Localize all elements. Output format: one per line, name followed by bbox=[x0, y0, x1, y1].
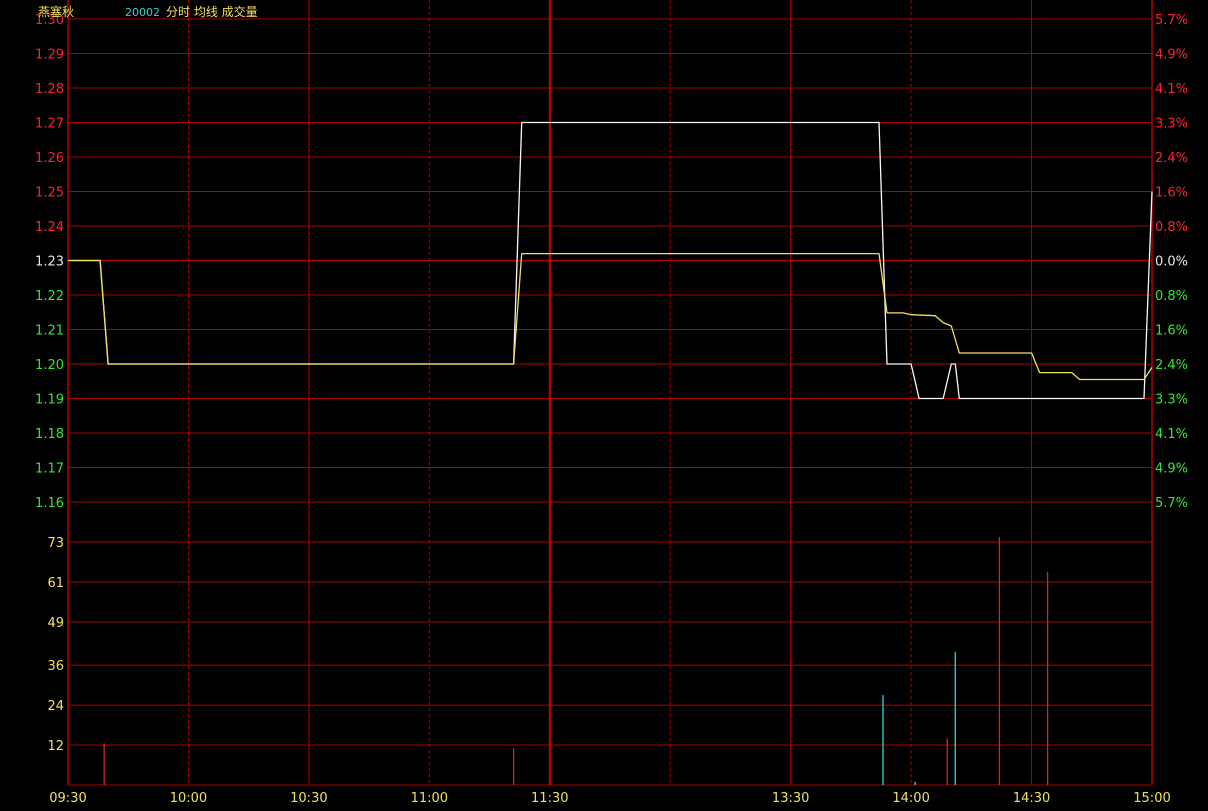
percent-tick-label: 5.7% bbox=[1155, 496, 1188, 511]
volume-tick-label: 73 bbox=[47, 536, 64, 551]
time-tick-label: 11:00 bbox=[411, 791, 448, 806]
percent-tick-label: 3.3% bbox=[1155, 117, 1188, 132]
price-tick-label: 1.25 bbox=[35, 186, 64, 201]
percent-tick-label: 2.4% bbox=[1155, 151, 1188, 166]
price-tick-label: 1.16 bbox=[35, 496, 64, 511]
price-tick-label: 1.26 bbox=[35, 151, 64, 166]
price-tick-label: 1.24 bbox=[35, 220, 64, 235]
time-tick-label: 14:00 bbox=[892, 791, 929, 806]
stock-name: 燕塞秋 bbox=[38, 4, 74, 19]
chart-canvas[interactable]: 1.30 5.7%1.29 4.9%1.28 4.1%1.27 3.3%1.26 2.4%… bbox=[0, 0, 1208, 807]
time-tick-label: 10:00 bbox=[170, 791, 207, 806]
price-tick-label: 1.19 bbox=[35, 393, 64, 408]
percent-tick-label: 0.8% bbox=[1155, 220, 1188, 235]
percent-tick-label: 5.7% bbox=[1155, 13, 1188, 28]
price-tick-label: 1.28 bbox=[35, 82, 64, 97]
percent-tick-label: 4.9% bbox=[1155, 462, 1188, 477]
percent-tick-label: 0.0% bbox=[1155, 255, 1188, 270]
price-tick-label: 1.17 bbox=[35, 462, 64, 477]
percent-tick-label: 2.4% bbox=[1155, 358, 1188, 373]
time-tick-label: 13:30 bbox=[772, 791, 809, 806]
chart-header: 燕塞秋 20002 分时 均线 成交量 bbox=[38, 4, 258, 19]
percent-tick-label: 1.6% bbox=[1155, 186, 1188, 201]
price-tick-label: 1.21 bbox=[35, 324, 64, 339]
time-tick-label: 15:00 bbox=[1133, 791, 1170, 806]
indicator-labels: 分时 均线 成交量 bbox=[166, 4, 258, 19]
percent-tick-label: 3.3% bbox=[1155, 393, 1188, 408]
percent-tick-label: 4.1% bbox=[1155, 82, 1188, 97]
intraday-chart[interactable]: 1.30 5.7% 1.29 4.9% 1.28 4.1% 1.27 3.3% 1.26 2.4%… bbox=[0, 0, 1208, 807]
time-tick-label: 09:30 bbox=[49, 791, 86, 806]
time-tick-label: 14:30 bbox=[1013, 791, 1050, 806]
volume-tick-label: 61 bbox=[47, 576, 64, 591]
price-tick-label: 1.23 bbox=[35, 255, 64, 270]
price-tick-label: 1.27 bbox=[35, 117, 64, 132]
time-tick-label: 11:30 bbox=[531, 791, 568, 806]
percent-tick-label: 4.1% bbox=[1155, 427, 1188, 442]
volume-tick-label: 49 bbox=[47, 616, 64, 631]
volume-tick-label: 24 bbox=[47, 699, 64, 714]
volume-tick-label: 36 bbox=[47, 659, 64, 674]
percent-tick-label: 0.8% bbox=[1155, 289, 1188, 304]
stock-code: 20002 bbox=[125, 6, 160, 19]
price-tick-label: 1.20 bbox=[35, 358, 64, 373]
time-tick-label: 10:30 bbox=[290, 791, 327, 806]
percent-tick-label: 4.9% bbox=[1155, 48, 1188, 63]
price-tick-label: 1.18 bbox=[35, 427, 64, 442]
percent-tick-label: 1.6% bbox=[1155, 324, 1188, 339]
price-tick-label: 1.22 bbox=[35, 289, 64, 304]
price-tick-label: 1.29 bbox=[35, 48, 64, 63]
volume-tick-label: 12 bbox=[47, 739, 64, 754]
